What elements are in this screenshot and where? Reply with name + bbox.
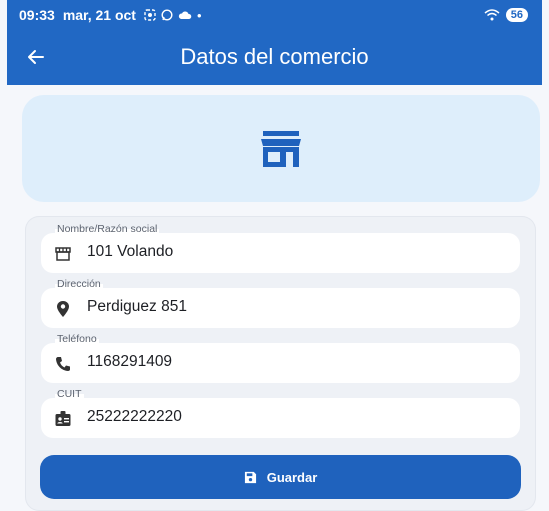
address-field[interactable]: Dirección Perdiguez 851 [41,278,520,328]
cloud-icon [178,11,192,19]
toolbar: Datos del comercio [7,30,542,85]
status-left: 09:33 mar, 21 oct • [19,7,202,23]
save-button-label: Guardar [266,469,318,485]
dot-icon: • [196,7,202,23]
phone-icon [53,354,73,374]
wifi-icon [484,9,500,21]
business-name-value: 101 Volando [87,243,174,260]
store-icon [261,130,301,167]
status-time: 09:33 [19,7,55,23]
cuit-label: CUIT [55,388,84,400]
form-card: Nombre/Razón social 101 Volando Direcció… [25,216,536,511]
save-icon [244,471,256,483]
phone-label: Teléfono [55,333,99,345]
address-value: Perdiguez 851 [87,298,187,315]
cuit-field[interactable]: CUIT 25222222220 [41,388,520,438]
business-name-label: Nombre/Razón social [55,223,160,235]
notification-icons: • [144,8,202,23]
status-date: mar, 21 oct [62,7,136,23]
whatsapp-icon [161,9,173,21]
battery-icon: 56 [505,8,528,22]
screen-record-icon [144,9,156,21]
id-badge-icon [53,409,73,429]
address-label: Dirección [55,278,103,290]
cuit-value: 25222222220 [87,408,182,425]
app-bar: 09:33 mar, 21 oct • 56 Datos del comerci… [7,0,542,85]
store-banner [22,95,540,202]
status-right: 56 [484,8,528,22]
storefront-icon [53,244,73,264]
business-name-field[interactable]: Nombre/Razón social 101 Volando [41,223,520,273]
save-button[interactable]: Guardar [40,455,521,499]
phone-value: 1168291409 [87,353,173,370]
location-pin-icon [53,299,73,319]
screen: 09:33 mar, 21 oct • 56 Datos del comerci… [0,0,549,511]
status-bar: 09:33 mar, 21 oct • 56 [7,0,542,30]
phone-field[interactable]: Teléfono 1168291409 [41,333,520,383]
page-title: Datos del comercio [180,44,369,69]
